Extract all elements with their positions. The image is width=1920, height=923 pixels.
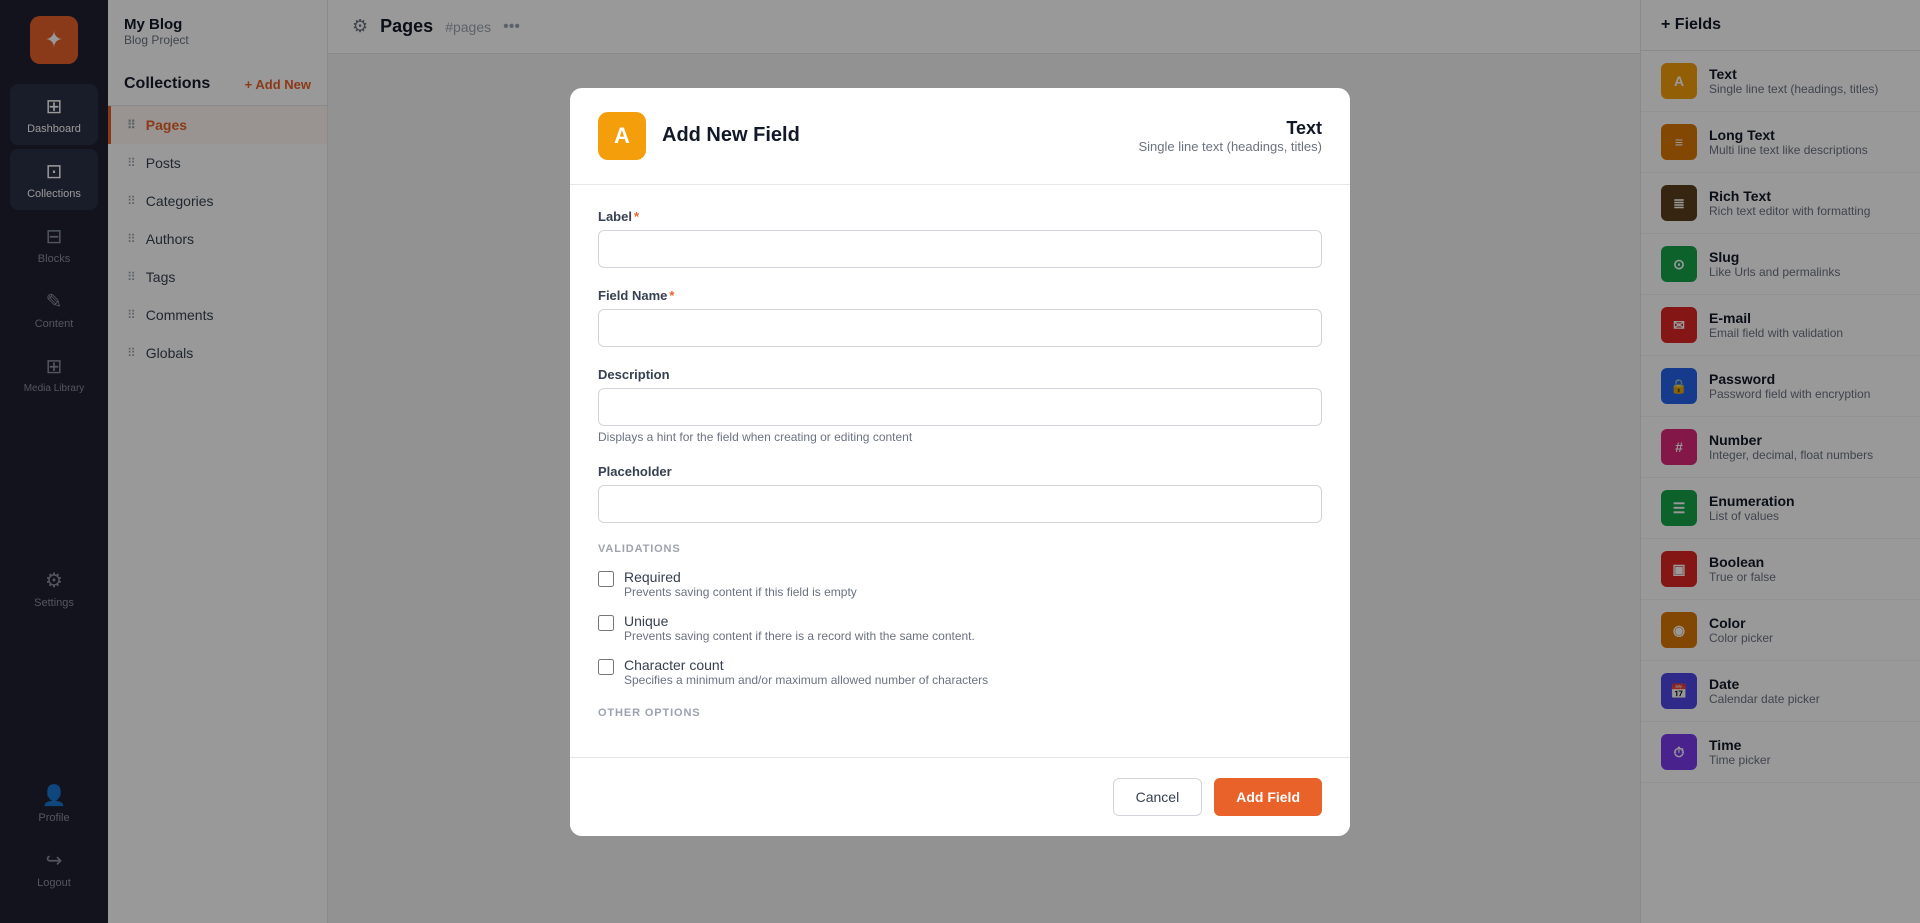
placeholder-input[interactable] — [598, 485, 1322, 523]
modal-body: Label* Field Name* Description Displays … — [570, 185, 1350, 757]
field-name-required: * — [669, 288, 674, 303]
label-input[interactable] — [598, 230, 1322, 268]
cancel-button[interactable]: Cancel — [1113, 778, 1203, 816]
modal-field-icon: A — [598, 112, 646, 160]
modal-overlay[interactable]: A Add New Field Text Single line text (h… — [0, 0, 1920, 923]
checkbox-character_count[interactable] — [598, 659, 614, 675]
placeholder-label: Placeholder — [598, 464, 1322, 479]
validations-title: VALIDATIONS — [598, 543, 1322, 555]
label-field-group: Label* — [598, 209, 1322, 268]
description-input[interactable] — [598, 388, 1322, 426]
modal-footer: Cancel Add Field — [570, 757, 1350, 836]
field-name-input[interactable] — [598, 309, 1322, 347]
checkbox-unique[interactable] — [598, 615, 614, 631]
modal-header: A Add New Field Text Single line text (h… — [570, 88, 1350, 185]
description-label: Description — [598, 367, 1322, 382]
label-required: * — [634, 209, 639, 224]
modal-type-desc: Single line text (headings, titles) — [1138, 139, 1322, 154]
validation-label-unique: Unique — [624, 613, 975, 629]
checkbox-required[interactable] — [598, 571, 614, 587]
validations-section: VALIDATIONS Required Prevents saving con… — [598, 543, 1322, 687]
validation-info-required: Required Prevents saving content if this… — [624, 569, 857, 599]
validation-required: Required Prevents saving content if this… — [598, 569, 1322, 599]
validation-label-required: Required — [624, 569, 857, 585]
other-options-section: OTHER OPTIONS — [598, 707, 1322, 719]
validation-character_count: Character count Specifies a minimum and/… — [598, 657, 1322, 687]
add-field-modal: A Add New Field Text Single line text (h… — [570, 88, 1350, 836]
validation-info-character_count: Character count Specifies a minimum and/… — [624, 657, 988, 687]
validation-desc-unique: Prevents saving content if there is a re… — [624, 629, 975, 643]
description-group: Description Displays a hint for the fiel… — [598, 367, 1322, 444]
modal-icon-letter: A — [614, 123, 630, 149]
field-name-label: Field Name* — [598, 288, 1322, 303]
validations-list: Required Prevents saving content if this… — [598, 569, 1322, 687]
description-hint: Displays a hint for the field when creat… — [598, 430, 1322, 444]
validation-info-unique: Unique Prevents saving content if there … — [624, 613, 975, 643]
modal-header-right: Text Single line text (headings, titles) — [1138, 118, 1322, 154]
modal-header-left: A Add New Field — [598, 112, 800, 160]
validation-desc-required: Prevents saving content if this field is… — [624, 585, 857, 599]
modal-title: Add New Field — [662, 124, 800, 147]
validation-desc-character_count: Specifies a minimum and/or maximum allow… — [624, 673, 988, 687]
other-options-title: OTHER OPTIONS — [598, 707, 1322, 719]
placeholder-group: Placeholder — [598, 464, 1322, 523]
modal-type-name: Text — [1138, 118, 1322, 139]
field-name-group: Field Name* — [598, 288, 1322, 347]
label-field-label: Label* — [598, 209, 1322, 224]
validation-unique: Unique Prevents saving content if there … — [598, 613, 1322, 643]
add-field-button[interactable]: Add Field — [1214, 778, 1322, 816]
validation-label-character_count: Character count — [624, 657, 988, 673]
